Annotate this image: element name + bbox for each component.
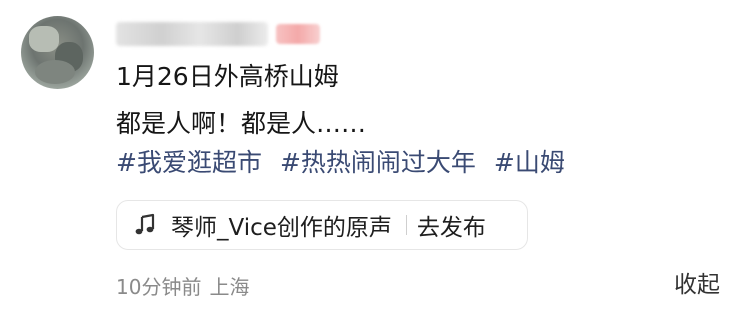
post-location: 上海 <box>209 275 250 299</box>
avatar-blur-region <box>29 26 59 52</box>
post-text-line-2: 都是人啊！都是人…… <box>116 109 367 138</box>
collapse-button[interactable]: 收起 <box>674 270 720 300</box>
publish-button[interactable]: 去发布 <box>417 208 486 242</box>
post-time: 10分钟前 <box>116 275 202 299</box>
post-text-line-1: 1月26日外高桥山姆 <box>116 62 339 91</box>
username-blurred[interactable] <box>116 22 268 46</box>
hashtag-link[interactable]: #山姆 <box>494 148 565 177</box>
hashtag-link[interactable]: #热热闹闹过大年 <box>280 148 476 177</box>
hashtag-link[interactable]: #我爱逛超市 <box>116 148 262 177</box>
music-chip[interactable]: 琴师_Vice创作的原声 去发布 <box>116 200 528 250</box>
user-tag-blurred <box>276 24 320 44</box>
music-label: 琴师_Vice创作的原声 <box>171 215 392 241</box>
music-note-icon <box>133 213 157 237</box>
post-meta: 10分钟前 上海 <box>116 274 249 300</box>
hashtag-row: #我爱逛超市 #热热闹闹过大年 #山姆 <box>116 148 583 181</box>
avatar[interactable] <box>21 16 94 89</box>
avatar-blur-region <box>35 60 75 84</box>
chip-divider <box>405 215 407 235</box>
